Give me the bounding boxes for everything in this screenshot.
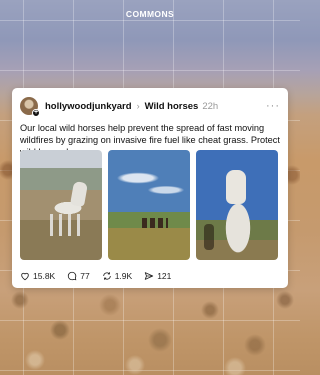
like-button[interactable]: 15.8K: [20, 271, 55, 281]
comment-icon: [68, 271, 77, 281]
horse-head-shape: [226, 170, 246, 204]
page-title: COMMONS: [125, 9, 175, 19]
post-username[interactable]: hollywoodjunkyard: [45, 101, 132, 112]
more-options-icon[interactable]: ···: [266, 101, 280, 112]
post-photo-carousel[interactable]: [20, 150, 282, 351]
post-card[interactable]: + hollywoodjunkyard › Wild horses 22h ··…: [12, 88, 288, 288]
follow-plus-icon[interactable]: +: [32, 109, 40, 117]
reply-count: 77: [80, 271, 90, 281]
repost-button[interactable]: 1.9K: [102, 271, 133, 281]
post-timestamp: 22h: [202, 100, 219, 112]
white-horse-closeup-photo[interactable]: [196, 150, 278, 260]
share-button[interactable]: 121: [144, 271, 171, 281]
reply-button[interactable]: 77: [67, 271, 90, 281]
repost-count: 1.9K: [114, 271, 133, 281]
chevron-right-icon: ›: [136, 101, 140, 111]
horse-herd-under-blue-sky-photo[interactable]: [108, 150, 190, 260]
post-community[interactable]: Wild horses: [145, 101, 199, 112]
post-actions-bar: 15.8K 77 1.9K 121: [20, 270, 280, 282]
heart-icon: [21, 272, 29, 281]
white-horse-in-field-photo[interactable]: [20, 150, 102, 260]
person-shadow-shape: [204, 224, 214, 250]
send-icon: [145, 272, 154, 280]
horse-legs-shape: [50, 214, 84, 236]
repost-icon: [102, 272, 111, 280]
post-header: + hollywoodjunkyard › Wild horses 22h ··…: [20, 96, 280, 117]
avatar[interactable]: +: [20, 97, 40, 117]
like-count: 15.8K: [33, 271, 56, 281]
horse-herd-shape: [142, 218, 168, 228]
share-count: 121: [157, 271, 172, 281]
horse-head-shape: [70, 180, 88, 208]
